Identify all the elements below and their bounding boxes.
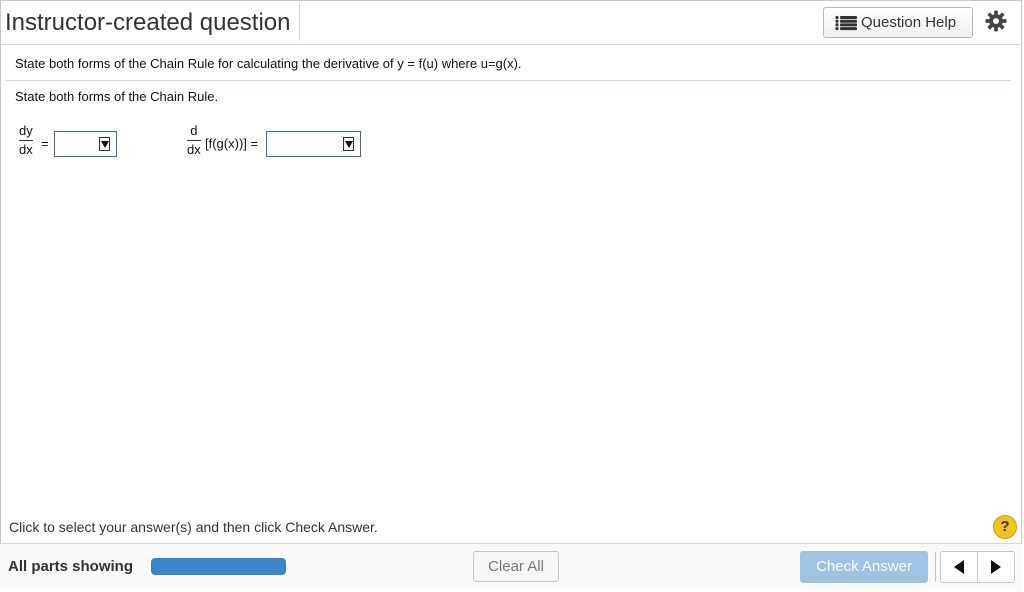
divider (935, 552, 936, 582)
dropdown-arrow-icon (343, 137, 354, 151)
composite-expression: [f(g(x))] = (205, 136, 259, 151)
fraction-denominator: dx (187, 142, 201, 157)
question-statement: State both forms of the Chain Rule for c… (15, 56, 522, 71)
answer-dropdown-2[interactable] (266, 131, 361, 157)
question-header: Instructor-created question Question Hel… (0, 0, 1022, 45)
title-container: Instructor-created question (0, 3, 300, 41)
divider (6, 80, 1011, 81)
question-help-button[interactable]: Question Help (823, 7, 973, 38)
page-title: Instructor-created question (5, 9, 291, 36)
question-nav (940, 551, 1015, 583)
fraction-numerator: d (190, 123, 198, 138)
check-answer-button[interactable]: Check Answer (800, 551, 928, 583)
fraction-numerator: dy (19, 123, 33, 138)
d-dx-fraction: d dx (187, 124, 201, 157)
next-button[interactable] (977, 552, 1014, 582)
list-icon (835, 15, 857, 30)
instruction-text: Click to select your answer(s) and then … (9, 519, 378, 535)
triangle-left-icon (954, 560, 964, 574)
answer-dropdown-1[interactable] (54, 131, 117, 157)
question-help-label: Question Help (861, 14, 957, 31)
question-prompt: State both forms of the Chain Rule. (15, 89, 219, 104)
fraction-bar (19, 140, 33, 141)
equals-sign: = (41, 136, 49, 151)
footer-bar: All parts showing Clear All Check Answer (0, 543, 1022, 591)
dy-dx-fraction: dy dx (19, 124, 33, 157)
fraction-bar (187, 140, 201, 141)
help-question-icon[interactable]: ? (993, 515, 1017, 539)
gear-icon[interactable] (985, 10, 1007, 32)
triangle-right-icon (991, 560, 1001, 574)
progress-bar (151, 558, 286, 575)
clear-all-button[interactable]: Clear All (473, 551, 559, 582)
fraction-denominator: dx (19, 142, 33, 157)
parts-label: All parts showing (8, 558, 134, 575)
dropdown-arrow-icon (99, 137, 110, 151)
previous-button[interactable] (941, 552, 977, 582)
